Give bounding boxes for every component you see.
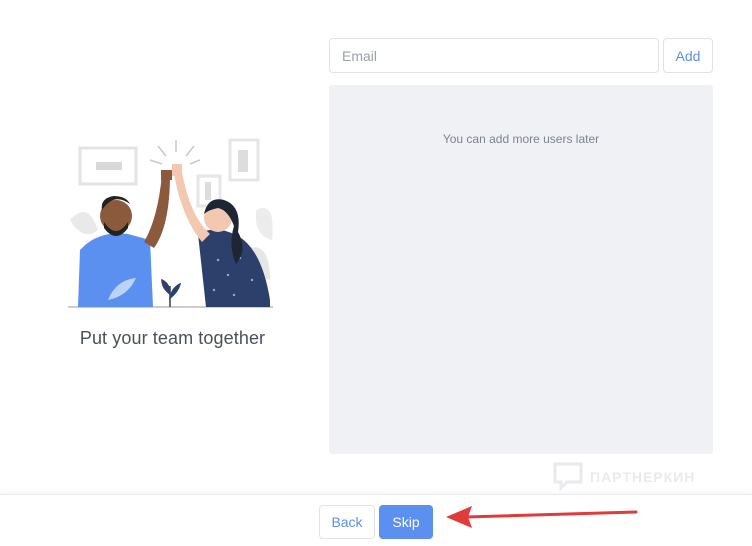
add-button[interactable]: Add	[663, 38, 713, 73]
team-illustration	[58, 130, 288, 315]
onboarding-page: Put your team together Add You can add m…	[0, 0, 752, 546]
invited-users-panel: You can add more users later	[329, 85, 713, 454]
watermark-text: ПАРТНЕРКИН	[590, 469, 696, 485]
chat-bubble-icon	[553, 462, 583, 492]
back-button[interactable]: Back	[319, 505, 375, 539]
email-input[interactable]	[329, 38, 659, 73]
high-five-illustration-icon	[68, 138, 273, 308]
tagline: Put your team together	[79, 328, 266, 348]
red-arrow-icon	[446, 506, 638, 528]
skip-button[interactable]: Skip	[379, 505, 433, 539]
empty-users-hint: You can add more users later	[442, 132, 600, 146]
watermark: ПАРТНЕРКИН	[553, 460, 713, 492]
